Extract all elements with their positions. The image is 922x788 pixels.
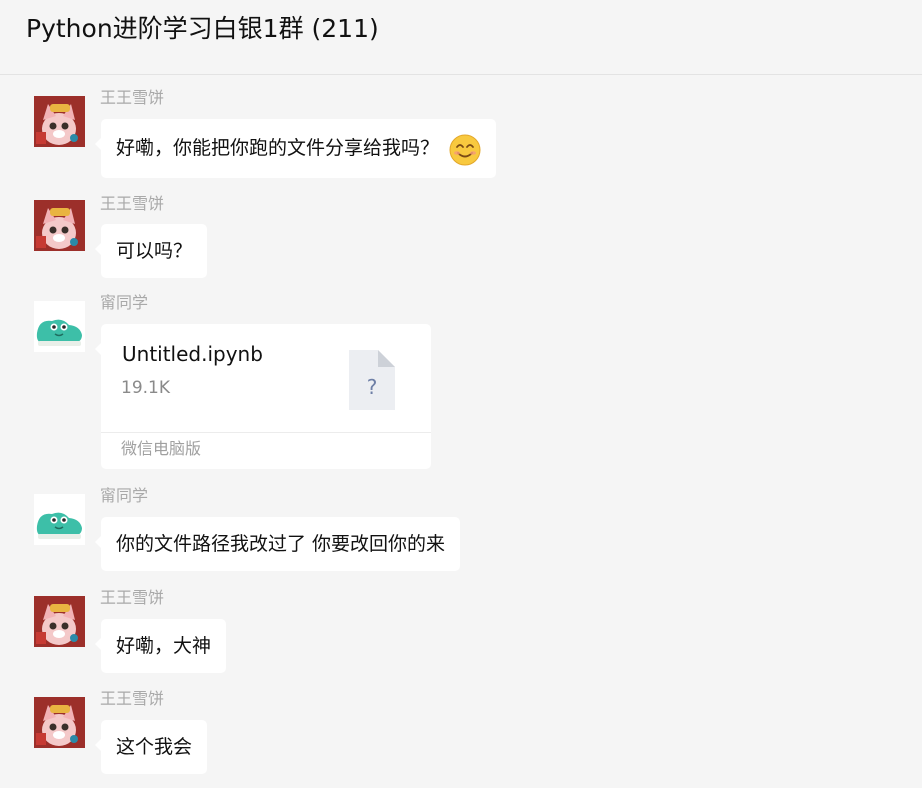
message-text: 好嘞，你能把你跑的文件分享给我吗？ xyxy=(116,137,440,159)
file-source-label: 微信电脑版 xyxy=(121,439,202,458)
message-bubble[interactable]: 可以吗？ xyxy=(94,224,208,278)
green-shoe-avatar-icon[interactable] xyxy=(34,301,85,352)
green-shoe-avatar-icon[interactable] xyxy=(34,494,85,545)
chat-title[interactable]: Python进阶学习白银1群 (211) xyxy=(26,12,379,46)
message-bubble[interactable]: 你的文件路径我改过了 你要改回你的来 xyxy=(94,517,461,571)
message-item: 甯同学 Untitled.ipynb 19.1K ? 微信电脑版 xyxy=(0,283,922,478)
sender-name[interactable]: 王王雪饼 xyxy=(100,193,164,215)
message-bubble[interactable]: 这个我会 xyxy=(94,720,208,774)
sender-name[interactable]: 王王雪饼 xyxy=(100,587,164,609)
file-name: Untitled.ipynb xyxy=(122,342,263,366)
unknown-file-icon: ? xyxy=(349,350,395,410)
fox-character-avatar-icon[interactable] xyxy=(34,697,85,748)
message-text: 好嘞，大神 xyxy=(116,635,212,657)
file-card-divider xyxy=(101,432,431,433)
file-size: 19.1K xyxy=(121,378,170,398)
sender-name[interactable]: 甯同学 xyxy=(100,292,148,314)
message-item: 甯同学 你的文件路径我改过了 你要改回你的来 xyxy=(0,476,922,581)
message-item: 王王雪饼 好嘞，你能把你跑的文件分享给我吗？ xyxy=(0,78,922,188)
message-item: 王王雪饼 好嘞，大神 xyxy=(0,578,922,678)
file-icon-glyph: ? xyxy=(367,375,378,399)
message-text: 你的文件路径我改过了 你要改回你的来 xyxy=(116,533,446,555)
fox-character-avatar-icon[interactable] xyxy=(34,96,85,147)
chat-header: Python进阶学习白银1群 (211) xyxy=(0,0,922,75)
message-item: 王王雪饼 可以吗？ xyxy=(0,185,922,285)
message-item: 王王雪饼 这个我会 xyxy=(0,679,922,784)
sender-name[interactable]: 甯同学 xyxy=(100,485,148,507)
message-bubble[interactable]: 好嘞，大神 xyxy=(94,619,227,673)
fox-character-avatar-icon[interactable] xyxy=(34,596,85,647)
message-text: 这个我会 xyxy=(116,736,193,758)
sender-name[interactable]: 王王雪饼 xyxy=(100,688,164,710)
fox-character-avatar-icon[interactable] xyxy=(34,200,85,251)
message-text: 可以吗？ xyxy=(116,240,193,262)
file-attachment-card[interactable]: Untitled.ipynb 19.1K ? 微信电脑版 xyxy=(95,324,431,469)
message-bubble[interactable]: 好嘞，你能把你跑的文件分享给我吗？ xyxy=(94,119,497,178)
smiling-face-emoji-icon xyxy=(449,131,481,165)
sender-name[interactable]: 王王雪饼 xyxy=(100,87,164,109)
